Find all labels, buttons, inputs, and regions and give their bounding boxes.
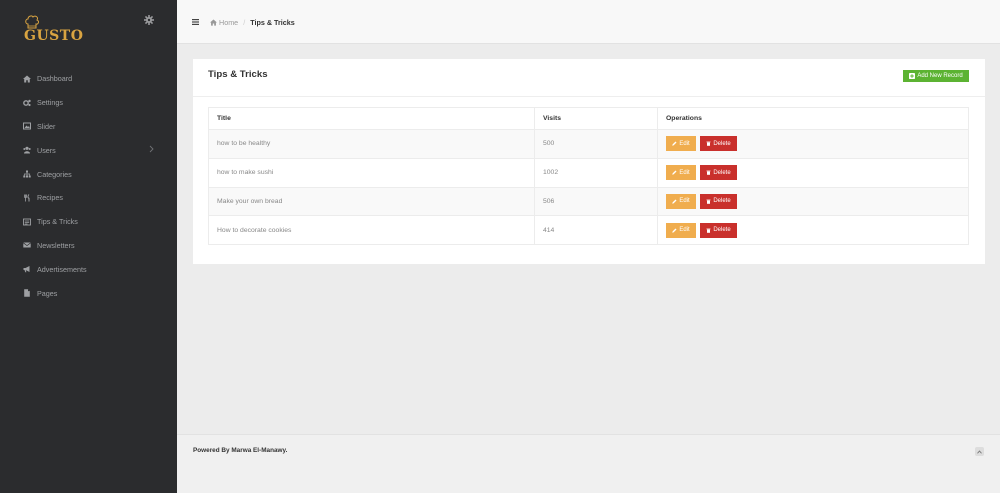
users-icon <box>23 146 31 154</box>
pencil-icon <box>672 228 677 233</box>
sidebar-item-settings[interactable]: Settings <box>0 91 177 115</box>
plus-square-icon <box>909 73 916 79</box>
cell-visits: 414 <box>534 215 658 246</box>
trash-icon <box>706 228 711 233</box>
sidebar-item-advertisements[interactable]: Advertisements <box>0 257 177 281</box>
pencil-icon <box>672 199 677 204</box>
delete-label: Delete <box>713 227 731 234</box>
delete-button[interactable]: Delete <box>700 222 737 238</box>
hamburger-menu-icon[interactable] <box>192 19 199 25</box>
pencil-icon <box>672 170 677 175</box>
edit-button[interactable]: Edit <box>666 165 696 181</box>
trash-icon <box>706 141 711 147</box>
sidebar-item-label: Categories <box>37 169 72 179</box>
cell-visits: 500 <box>534 129 658 159</box>
list-icon <box>23 218 31 226</box>
breadcrumb: Home / Tips & Tricks <box>210 18 295 27</box>
delete-label: Delete <box>713 198 731 205</box>
cell-operations: Edit Delete <box>657 186 969 217</box>
sidebar-item-slider[interactable]: Slider <box>0 115 177 139</box>
cell-title: Make your own bread <box>208 186 535 217</box>
delete-button[interactable]: Delete <box>700 193 737 209</box>
sidebar-item-label: Users <box>37 145 56 155</box>
breadcrumb-separator: / <box>243 18 246 27</box>
edit-button[interactable]: Edit <box>666 136 696 152</box>
breadcrumb-home-label: Home <box>219 18 239 27</box>
cell-title: how to be healthy <box>208 129 535 159</box>
tips-tricks-panel: Tips & Tricks Add New Record Title Visit… <box>193 59 985 264</box>
table-row: how to be healthy 500 Edit Delete <box>208 129 969 159</box>
sidebar: GUSTO Dashboard Settings Slider Users Ca… <box>0 0 177 493</box>
bullhorn-icon <box>23 265 31 273</box>
table-row: how to make sushi 1002 Edit Delete <box>208 157 969 188</box>
sidebar-item-pages[interactable]: Pages <box>0 281 177 305</box>
trash-icon <box>706 199 711 204</box>
delete-button[interactable]: Delete <box>700 165 737 181</box>
add-new-record-button[interactable]: Add New Record <box>903 70 969 82</box>
table-row: How to decorate cookies 414 Edit Delete <box>208 215 969 246</box>
sidebar-item-label: Slider <box>37 121 56 131</box>
sitemap-icon <box>23 170 31 178</box>
column-header-title: Title <box>208 107 535 130</box>
scroll-to-top-button[interactable] <box>975 447 984 456</box>
top-bar: Home / Tips & Tricks <box>177 0 1000 44</box>
sidebar-item-users[interactable]: Users <box>0 138 177 162</box>
sidebar-item-dashboard[interactable]: Dashboard <box>0 67 177 91</box>
gear-icon[interactable] <box>144 15 154 25</box>
sidebar-item-categories[interactable]: Categories <box>0 162 177 186</box>
edit-label: Edit <box>679 140 690 147</box>
sidebar-item-newsletters[interactable]: Newsletters <box>0 234 177 258</box>
breadcrumb-home-link[interactable]: Home <box>210 18 238 27</box>
add-new-record-label: Add New Record <box>917 73 963 79</box>
edit-button[interactable]: Edit <box>666 222 696 238</box>
sidebar-item-recipes[interactable]: Recipes <box>0 186 177 210</box>
sidebar-item-label: Dashboard <box>37 74 73 84</box>
cell-visits: 506 <box>534 186 658 217</box>
table-row: Make your own bread 506 Edit Delete <box>208 186 969 217</box>
sidebar-item-label: Advertisements <box>37 264 87 274</box>
footer-credit: Powered By Marwa El-Manawy. <box>193 447 288 454</box>
logo-text: GUSTO <box>24 28 84 44</box>
pencil-icon <box>672 141 677 147</box>
logo[interactable]: GUSTO <box>24 14 84 44</box>
trash-icon <box>706 170 711 175</box>
breadcrumb-current: Tips & Tricks <box>250 18 295 27</box>
image-icon <box>23 122 31 130</box>
chevron-up-icon <box>977 449 982 454</box>
edit-label: Edit <box>679 227 690 234</box>
sidebar-nav: Dashboard Settings Slider Users Categori… <box>0 67 177 305</box>
delete-label: Delete <box>713 169 731 176</box>
column-header-operations: Operations <box>657 107 969 130</box>
delete-button[interactable]: Delete <box>700 136 737 152</box>
file-icon <box>23 289 31 297</box>
cogs-icon <box>23 99 31 107</box>
cell-operations: Edit Delete <box>657 129 969 159</box>
cell-title: how to make sushi <box>208 157 535 188</box>
cell-operations: Edit Delete <box>657 215 969 246</box>
cell-title: How to decorate cookies <box>208 215 535 246</box>
sidebar-item-tips-tricks[interactable]: Tips & Tricks <box>0 210 177 234</box>
cell-operations: Edit Delete <box>657 157 969 188</box>
sidebar-item-label: Recipes <box>37 193 63 203</box>
table-header-row: Title Visits Operations <box>208 107 969 130</box>
panel-divider <box>193 96 985 97</box>
edit-button[interactable]: Edit <box>666 193 696 209</box>
home-icon <box>23 75 31 83</box>
footer: Powered By Marwa El-Manawy. <box>177 434 1000 493</box>
cell-visits: 1002 <box>534 157 658 188</box>
envelope-icon <box>23 241 31 249</box>
column-header-visits: Visits <box>534 107 658 130</box>
edit-label: Edit <box>679 169 690 176</box>
delete-label: Delete <box>713 140 731 147</box>
tips-table: Title Visits Operations how to be health… <box>208 107 969 246</box>
sidebar-item-label: Settings <box>37 98 63 108</box>
sidebar-item-label: Newsletters <box>37 240 75 250</box>
sidebar-item-label: Pages <box>37 288 58 298</box>
home-icon <box>210 19 217 26</box>
cutlery-icon <box>23 193 31 202</box>
chevron-right-icon <box>149 146 154 153</box>
edit-label: Edit <box>679 198 690 205</box>
sidebar-item-label: Tips & Tricks <box>37 217 78 227</box>
page-title: Tips & Tricks <box>208 69 268 80</box>
